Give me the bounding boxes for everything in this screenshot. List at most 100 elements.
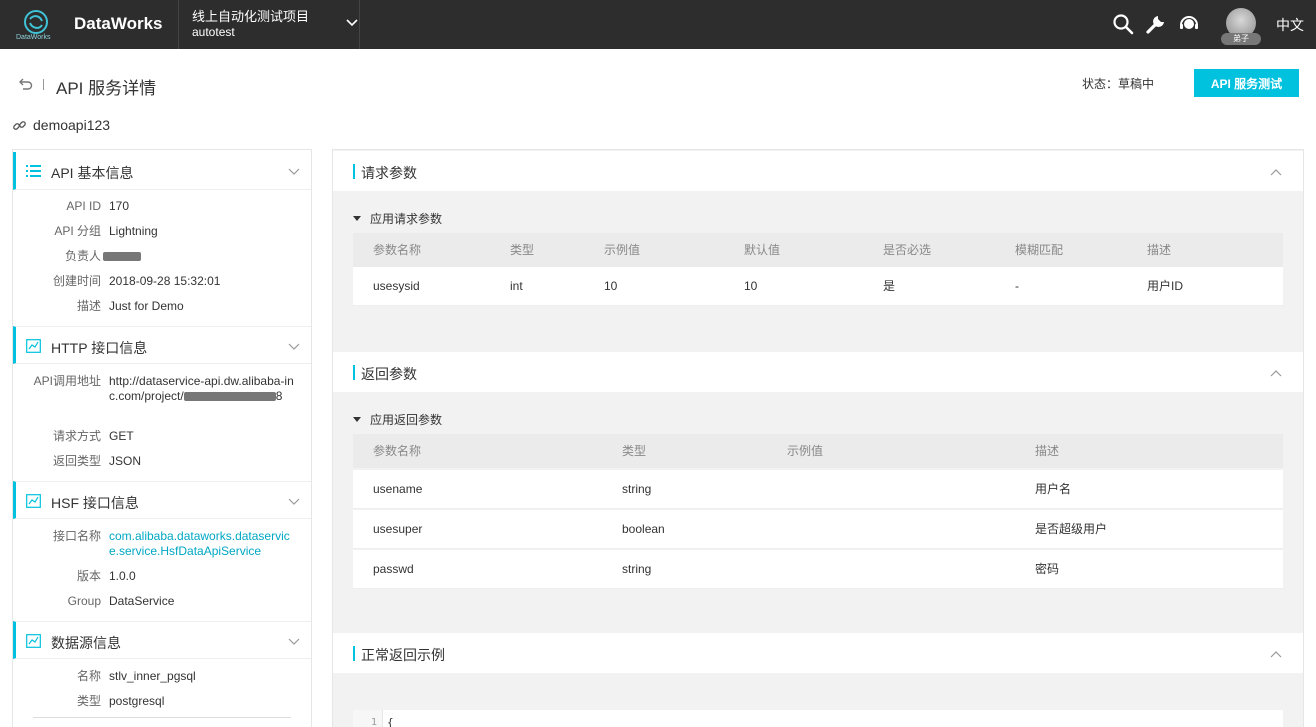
column-header: 示例值 [787, 444, 824, 458]
field-label: Group [67, 594, 101, 608]
section-title: 正常返回示例 [361, 647, 445, 663]
api-name: demoapi123 [33, 117, 111, 133]
table-row: usesuper boolean 是否超级用户 [353, 510, 1283, 549]
table-cell: 用户ID [1147, 279, 1184, 293]
table-row: usesysid int 10 10 是 - 用户ID [353, 267, 1283, 306]
table-cell: string [622, 562, 652, 576]
dataworks-logo-icon[interactable] [22, 8, 50, 36]
chevron-down-icon[interactable] [345, 16, 359, 30]
link-icon [13, 121, 26, 130]
column-header: 默认值 [744, 243, 781, 257]
section-title: API 基本信息 [51, 165, 134, 181]
subsection-title: 应用请求参数 [370, 212, 443, 226]
field-value: stlv_inner_pgsql [109, 669, 196, 683]
field-value: Lightning [109, 224, 158, 238]
field-label: 版本 [76, 569, 101, 583]
chevron-down-icon[interactable] [288, 166, 300, 176]
code-editor[interactable]: 1 { [353, 710, 1283, 727]
chevron-down-icon[interactable] [288, 636, 300, 646]
user-tag: 弟子 [1221, 33, 1261, 45]
header-separator [43, 79, 44, 90]
chart-icon [26, 339, 41, 353]
table-cell: 用户名 [1035, 482, 1072, 496]
field-value: 2018-09-28 15:32:01 [109, 274, 221, 288]
list-icon [26, 165, 41, 177]
field-label: 接口名称 [52, 529, 101, 543]
redacted-url [183, 392, 276, 402]
status-label: 状态：草稿中 [1082, 77, 1155, 91]
column-header: 参数名称 [373, 444, 422, 458]
table-cell: 密码 [1035, 562, 1060, 576]
back-arrow-icon[interactable] [17, 76, 33, 92]
field-value: postgresql [109, 694, 165, 708]
column-header: 类型 [510, 243, 535, 257]
chevron-up-icon[interactable] [1270, 649, 1282, 659]
column-header: 是否必选 [883, 243, 932, 257]
field-label: 描述 [76, 299, 101, 313]
field-label: 请求方式 [52, 429, 101, 443]
field-value: Just for Demo [109, 299, 184, 313]
table-cell: 是否超级用户 [1035, 522, 1108, 536]
api-info-panel: API 基本信息 API ID 170 API 分组 Lightning 负责人… [12, 149, 312, 727]
table-cell: 是 [883, 279, 896, 293]
field-label: API ID [66, 199, 101, 213]
table-cell: int [510, 279, 523, 293]
table-cell: - [1015, 279, 1019, 293]
field-label: API 分组 [54, 224, 101, 238]
example-response-header[interactable]: 正常返回示例 [333, 633, 1303, 673]
column-header: 模糊匹配 [1015, 243, 1064, 257]
parameter-content-area: 请求参数 应用请求参数 参数名称 类型 示例值 默认值 是否必选 模糊匹配 描述… [332, 149, 1304, 727]
brand-name[interactable]: DataWorks [74, 14, 163, 34]
chart-icon [26, 494, 41, 508]
table-cell: usesuper [373, 522, 423, 536]
table-row: usename string 用户名 [353, 470, 1283, 509]
project-identifier[interactable]: autotest [192, 25, 235, 39]
accent-bar [353, 164, 355, 179]
caret-down-icon [353, 216, 361, 222]
project-name[interactable]: 线上自动化测试项目 [192, 6, 309, 25]
field-value: 170 [109, 199, 130, 213]
search-icon[interactable] [1112, 13, 1134, 35]
chevron-down-icon[interactable] [288, 341, 300, 351]
request-subsection-toggle[interactable]: 应用请求参数 [353, 210, 442, 227]
column-header: 描述 [1035, 444, 1060, 458]
section-datasource-info-header[interactable]: 数据源信息 [13, 621, 311, 659]
support-headset-icon[interactable] [1178, 13, 1200, 35]
section-title: 返回参数 [361, 366, 417, 382]
table-row: passwd string 密码 [353, 550, 1283, 589]
wrench-icon[interactable] [1145, 13, 1167, 35]
interface-name-link[interactable]: com.alibaba.dataworks.dataservice.servic… [109, 529, 297, 559]
accent-bar [353, 646, 355, 661]
chevron-up-icon[interactable] [1270, 368, 1282, 378]
section-hsf-info-header[interactable]: HSF 接口信息 [13, 481, 311, 519]
table-cell: usename [373, 482, 423, 496]
redacted-owner [103, 249, 291, 264]
api-service-test-button[interactable]: API 服务测试 [1194, 69, 1299, 97]
chart-icon [26, 634, 41, 648]
top-navigation-bar: DataWorks DataWorks 线上自动化测试项目 autotest 弟… [0, 0, 1316, 49]
table-cell: passwd [373, 562, 414, 576]
field-label: 名称 [76, 669, 101, 683]
field-value: JSON [109, 454, 142, 468]
field-label: 创建时间 [52, 274, 101, 288]
response-subsection-toggle[interactable]: 应用返回参数 [353, 411, 442, 428]
section-title: HSF 接口信息 [51, 495, 139, 511]
chevron-down-icon[interactable] [288, 496, 300, 506]
field-value: GET [109, 429, 134, 443]
column-header: 类型 [622, 444, 647, 458]
accent-bar [353, 365, 355, 380]
section-basic-info-header[interactable]: API 基本信息 [13, 152, 311, 190]
divider [33, 717, 291, 718]
section-http-info-header[interactable]: HTTP 接口信息 [13, 326, 311, 364]
field-value: 1.0.0 [109, 569, 136, 583]
api-url-value: http://dataservice-api.dw.alibaba-inc.co… [109, 374, 297, 404]
language-switch[interactable]: 中文 [1276, 15, 1304, 35]
table-cell: 10 [744, 279, 758, 293]
response-params-header[interactable]: 返回参数 [333, 352, 1303, 392]
field-label: 类型 [76, 694, 101, 708]
request-params-header[interactable]: 请求参数 [333, 151, 1303, 191]
subsection-title: 应用返回参数 [370, 413, 443, 427]
chevron-up-icon[interactable] [1270, 167, 1282, 177]
section-title: HTTP 接口信息 [51, 340, 148, 356]
topbar-divider [178, 0, 179, 49]
